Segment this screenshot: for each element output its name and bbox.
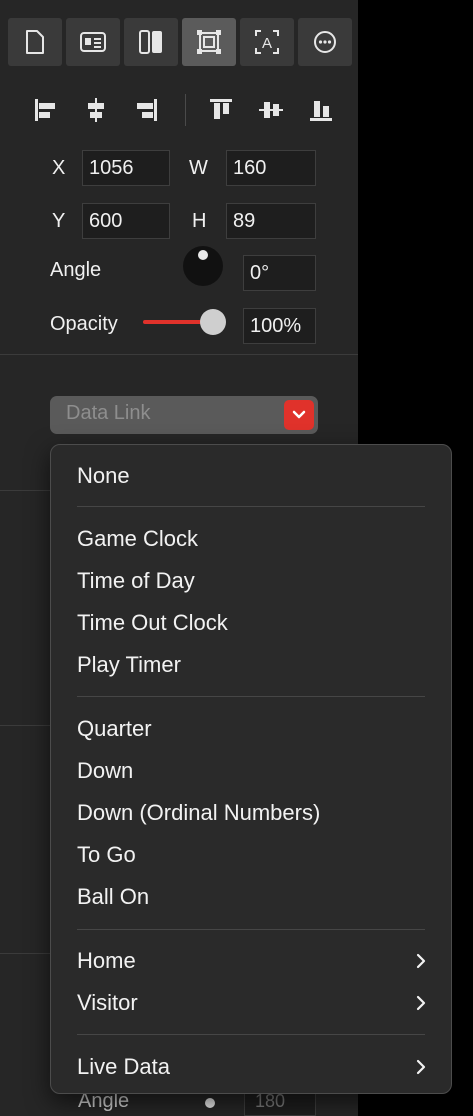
menu-item-live-data[interactable]: Live Data [77, 1052, 427, 1082]
w-field[interactable]: 160 [226, 150, 316, 186]
chevron-down-icon [292, 410, 306, 419]
align-right-icon [137, 99, 157, 121]
id-card-icon [80, 32, 106, 52]
tab-frame[interactable] [182, 18, 236, 66]
align-left-button[interactable] [28, 90, 64, 130]
x-field[interactable]: 1056 [82, 150, 170, 186]
data-link-placeholder: Data Link [66, 402, 151, 424]
y-field[interactable]: 600 [82, 203, 170, 239]
menu-item-home-label: Home [77, 948, 136, 973]
tab-text-frame[interactable]: A [240, 18, 294, 66]
opacity-field[interactable]: 100% [243, 308, 316, 344]
menu-item-to-go[interactable]: To Go [77, 840, 427, 870]
columns-icon [139, 30, 162, 54]
align-top-button[interactable] [203, 90, 239, 130]
svg-text:A: A [262, 35, 272, 52]
tab-columns[interactable] [124, 18, 178, 66]
alignment-toolbar [28, 90, 338, 130]
align-top-icon [210, 99, 232, 119]
y-label: Y [52, 210, 66, 232]
inspector-tabs: A [8, 18, 356, 66]
tab-id-card[interactable] [66, 18, 120, 66]
menu-item-visitor[interactable]: Visitor [77, 988, 427, 1018]
menu-item-quarter[interactable]: Quarter [77, 714, 427, 744]
document-icon [26, 30, 44, 54]
menu-item-play-timer[interactable]: Play Timer [77, 650, 427, 680]
menu-separator [77, 1034, 425, 1035]
chevron-right-icon [416, 995, 426, 1011]
menu-separator [77, 506, 425, 507]
menu-item-time-of-day[interactable]: Time of Day [77, 566, 427, 596]
menu-item-down[interactable]: Down [77, 756, 427, 786]
under-angle-knob[interactable] [205, 1098, 215, 1108]
menu-item-time-out-clock[interactable]: Time Out Clock [77, 608, 427, 638]
h-field[interactable]: 89 [226, 203, 316, 239]
align-left-icon [35, 99, 55, 121]
text-frame-icon: A [255, 30, 279, 54]
chevron-right-icon [416, 953, 426, 969]
menu-item-home[interactable]: Home [77, 946, 427, 976]
frame-icon [197, 30, 221, 54]
x-label: X [52, 157, 66, 179]
menu-item-down-ordinal[interactable]: Down (Ordinal Numbers) [77, 798, 427, 828]
menu-item-visitor-label: Visitor [77, 990, 138, 1015]
h-label: H [192, 210, 207, 232]
angle-field[interactable]: 0° [243, 255, 316, 291]
align-center-h-icon [88, 98, 104, 122]
chevron-right-icon [416, 1059, 426, 1075]
tab-more[interactable] [298, 18, 352, 66]
tab-document[interactable] [8, 18, 62, 66]
align-bottom-button[interactable] [303, 90, 339, 130]
angle-label: Angle [50, 259, 102, 281]
opacity-slider-thumb[interactable] [200, 309, 226, 335]
section-divider [0, 354, 358, 355]
data-link-menu: None Game Clock Time of Day Time Out Clo… [50, 444, 452, 1094]
menu-separator [77, 929, 425, 930]
align-right-button[interactable] [128, 90, 164, 130]
w-label: W [189, 157, 208, 179]
align-bottom-icon [310, 101, 332, 121]
dropdown-toggle[interactable] [284, 400, 314, 430]
menu-item-game-clock[interactable]: Game Clock [77, 524, 427, 554]
menu-separator [77, 696, 425, 697]
align-middle-v-button[interactable] [253, 90, 289, 130]
align-middle-v-icon [259, 102, 283, 118]
data-link-dropdown[interactable]: Data Link [50, 396, 318, 434]
menu-item-ball-on[interactable]: Ball On [77, 882, 427, 912]
align-divider [185, 94, 186, 126]
menu-item-live-data-label: Live Data [77, 1054, 170, 1079]
more-icon [314, 31, 336, 53]
opacity-label: Opacity [50, 313, 118, 335]
align-center-h-button[interactable] [78, 90, 114, 130]
menu-item-none[interactable]: None [77, 461, 427, 491]
angle-knob[interactable] [183, 246, 223, 286]
